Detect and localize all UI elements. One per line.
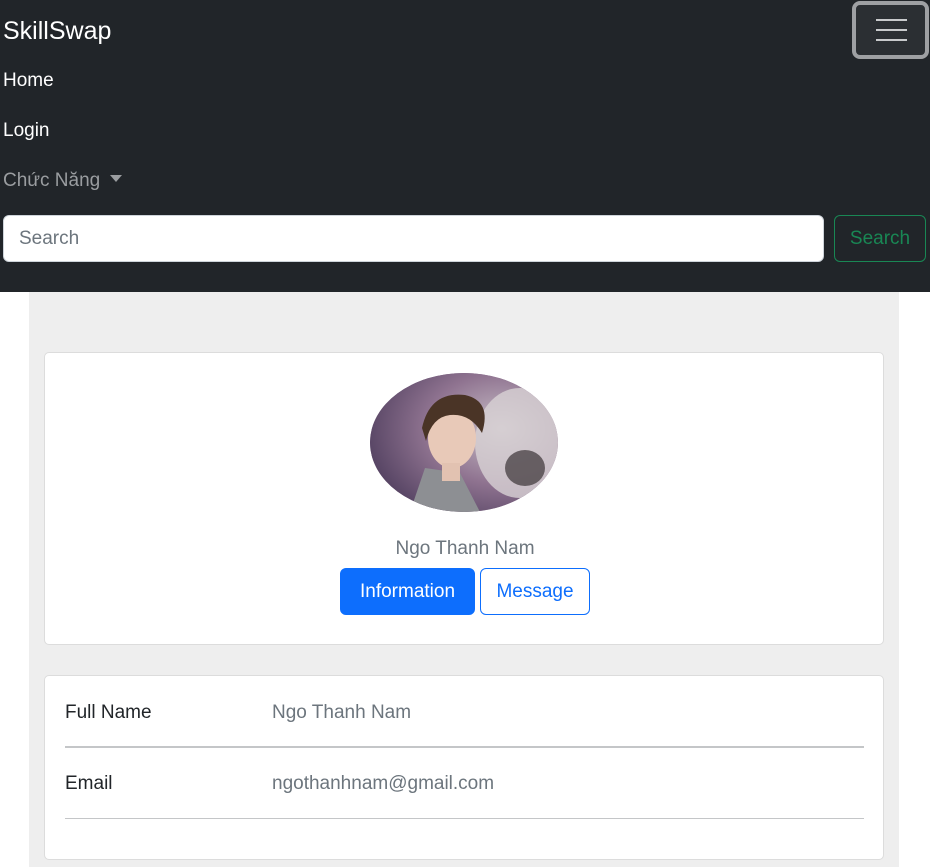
nav-link-home[interactable]: Home [3,68,54,94]
detail-value: Ngo Thanh Nam [272,702,412,723]
hamburger-menu-icon [876,39,907,41]
nav-dropdown-chuc-nang[interactable]: Chức Năng [3,168,123,194]
navbar-toggler-button[interactable] [852,1,929,59]
divider [65,746,864,748]
search-input[interactable] [3,215,824,262]
nav-dropdown-label: Chức Năng [3,170,101,191]
information-button[interactable]: Information [340,568,475,615]
detail-label: Full Name [65,702,152,723]
profile-card: Ngo Thanh Nam Information Message [44,352,884,645]
divider [65,818,864,819]
details-card: Full Name Ngo Thanh Nam Email ngothanhna… [44,675,884,860]
avatar [370,373,558,512]
detail-label: Email [65,773,113,794]
hamburger-menu-icon [876,29,907,31]
search-button[interactable]: Search [834,215,926,262]
profile-name: Ngo Thanh Nam [395,538,535,559]
hamburger-menu-icon [876,19,907,21]
detail-value: ngothanhnam@gmail.com [272,773,495,794]
navbar: SkillSwap Home Login Chức Năng Search [0,0,930,292]
message-button[interactable]: Message [480,568,590,615]
caret-down-icon [110,175,123,183]
brand-logo-link[interactable]: SkillSwap [3,14,111,48]
nav-link-login[interactable]: Login [3,118,50,144]
avatar-photo [370,373,558,512]
